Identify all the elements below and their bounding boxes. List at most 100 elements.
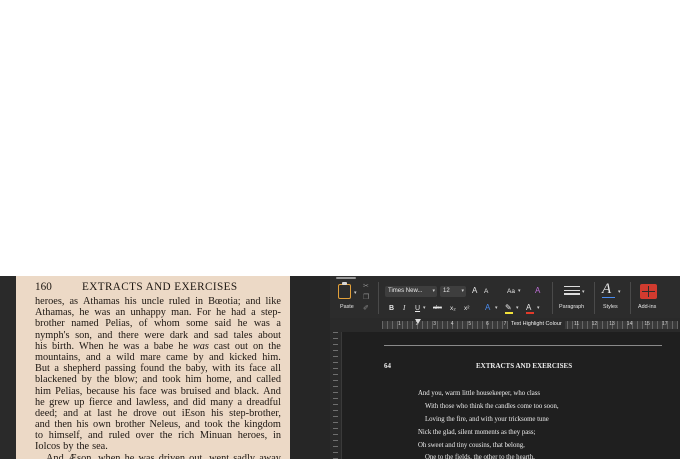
clipboard-icon[interactable]	[338, 282, 351, 299]
grow-font-button[interactable]: A	[472, 286, 477, 295]
poem-line[interactable]: With those who think the candles come to…	[418, 401, 559, 414]
ruler-number: 7	[503, 321, 507, 327]
styles-icon[interactable]: A	[602, 282, 616, 298]
shrink-font-button[interactable]: A	[484, 287, 488, 296]
book-word: and	[185, 419, 200, 431]
book-word: own	[93, 419, 111, 431]
poem-line[interactable]: Nick the glad, silent moments as they pa…	[418, 427, 559, 440]
subscript-button[interactable]: x₂	[450, 304, 456, 313]
ruler-number: 14	[626, 321, 633, 327]
book-line: Iolcos by the sea.	[35, 441, 281, 452]
book-word: Iolcos	[35, 441, 61, 453]
book-word: said	[214, 318, 232, 330]
chevron-down-icon[interactable]: ▾	[618, 288, 621, 297]
book-word: had	[231, 307, 246, 319]
poem-text[interactable]: And you, warm little housekeeper, who cl…	[418, 388, 559, 459]
book-line: deed; and at last he drove out iEson his step-bro…	[35, 408, 281, 419]
chevron-down-icon: ▾	[461, 288, 464, 294]
book-word: he	[237, 318, 248, 330]
font-size-select[interactable]: 12 ▾	[440, 286, 466, 297]
scissors-icon[interactable]: ✂	[363, 282, 369, 290]
book-word: over	[135, 430, 154, 442]
book-word: tales	[233, 329, 253, 341]
poem-line[interactable]: Oh sweet and tiny cousins, that belong,	[418, 440, 559, 453]
poem-line[interactable]: Loving the fire, and with your tricksome…	[418, 414, 559, 427]
book-word: of	[138, 318, 148, 330]
book-word: birth.	[52, 340, 75, 352]
book-word: in	[272, 430, 281, 442]
chevron-down-icon: ▾	[432, 288, 435, 294]
book-word: mountains,	[35, 351, 81, 363]
book-word: him.	[262, 351, 281, 363]
book-word: home,	[206, 374, 232, 386]
chevron-down-icon[interactable]: ▾	[423, 304, 426, 313]
highlighter-icon[interactable]: ✎	[505, 303, 512, 312]
format-painter-icon[interactable]: ✐	[363, 304, 369, 312]
chevron-down-icon[interactable]: ▾	[537, 304, 540, 313]
book-line: And Æson, when he was driven out, went sadly away	[35, 453, 281, 459]
ruler-number: 12	[591, 321, 598, 327]
book-word: he	[216, 307, 226, 319]
book-viewer: 160 EXTRACTS AND EXERCISES heroes, as Atha…	[0, 276, 330, 459]
book-word: cast	[213, 340, 230, 352]
word-window: ▾ Paste ✂ ❐ ✐ Times New... ▾ 12 ▾ A A Aa…	[330, 276, 680, 459]
paragraph-icon[interactable]	[564, 286, 580, 298]
book-word: he	[124, 452, 135, 459]
chevron-down-icon[interactable]: ▾	[354, 290, 357, 296]
change-case-button[interactable]: Aa	[507, 287, 515, 296]
italic-button[interactable]: I	[403, 304, 405, 313]
book-word: some	[186, 318, 209, 330]
book-word: his	[76, 419, 89, 431]
book-word: at	[84, 407, 92, 419]
book-word: nymph's	[35, 329, 70, 341]
book-word: kicked	[229, 351, 257, 363]
ruler-number: 11	[574, 321, 580, 327]
book-word: and	[209, 351, 224, 363]
add-ins-icon[interactable]	[640, 284, 657, 299]
book-word: like	[265, 296, 281, 307]
copy-icon[interactable]: ❐	[363, 293, 369, 301]
chevron-down-icon[interactable]: ▾	[495, 304, 498, 313]
font-color-button[interactable]: A	[526, 303, 531, 312]
clear-formatting-button[interactable]: A	[535, 286, 540, 295]
book-word: him	[185, 374, 202, 386]
book-word: and	[173, 396, 189, 408]
paste-button[interactable]: Paste	[340, 304, 354, 310]
book-word: because	[86, 385, 120, 397]
book-word: did	[192, 396, 206, 408]
document-page[interactable]: 64 EXTRACTS AND EXERCISES And you, warm …	[342, 332, 680, 459]
poem-line[interactable]: And you, warm little housekeeper, who cl…	[418, 388, 559, 401]
strikethrough-button[interactable]: abc	[433, 304, 442, 313]
superscript-button[interactable]: x²	[464, 304, 469, 313]
book-line: him Pelias, because his face was bruised and bla…	[35, 386, 281, 397]
bold-button[interactable]: B	[389, 304, 394, 313]
paragraph-button[interactable]: Paragraph	[559, 304, 584, 310]
book-word: blow;	[114, 374, 138, 386]
font-name-select[interactable]: Times New... ▾	[385, 286, 437, 297]
book-word: heroes,	[35, 296, 65, 307]
chevron-down-icon[interactable]: ▾	[582, 288, 585, 297]
book-word: took	[162, 374, 181, 386]
chevron-down-icon[interactable]: ▾	[518, 287, 521, 296]
indent-marker[interactable]	[415, 319, 421, 324]
ruler-number: 1	[398, 321, 401, 327]
book-line: But a shepherd passing found the baby, with its f…	[35, 363, 281, 374]
book-word: he	[35, 396, 45, 408]
book-word: last	[97, 407, 112, 419]
book-word: in	[195, 296, 204, 307]
poem-line[interactable]: One to the fields, the other to the hear…	[418, 452, 559, 459]
book-word: about	[258, 329, 281, 341]
book-word: driven	[158, 452, 185, 459]
book-word: his	[123, 385, 136, 397]
chevron-down-icon[interactable]: ▾	[516, 304, 519, 313]
book-word: as	[69, 296, 79, 307]
underline-button[interactable]: U	[415, 304, 420, 313]
text-effects-button[interactable]: A	[485, 303, 490, 312]
header-rule	[384, 345, 662, 346]
book-word: face	[249, 363, 267, 375]
book-word: to	[35, 430, 44, 442]
ruler-ticks	[333, 332, 338, 459]
styles-button[interactable]: Styles	[603, 304, 618, 310]
ruler-number: 13	[609, 321, 615, 327]
add-ins-button[interactable]: Add-ins	[638, 304, 656, 310]
